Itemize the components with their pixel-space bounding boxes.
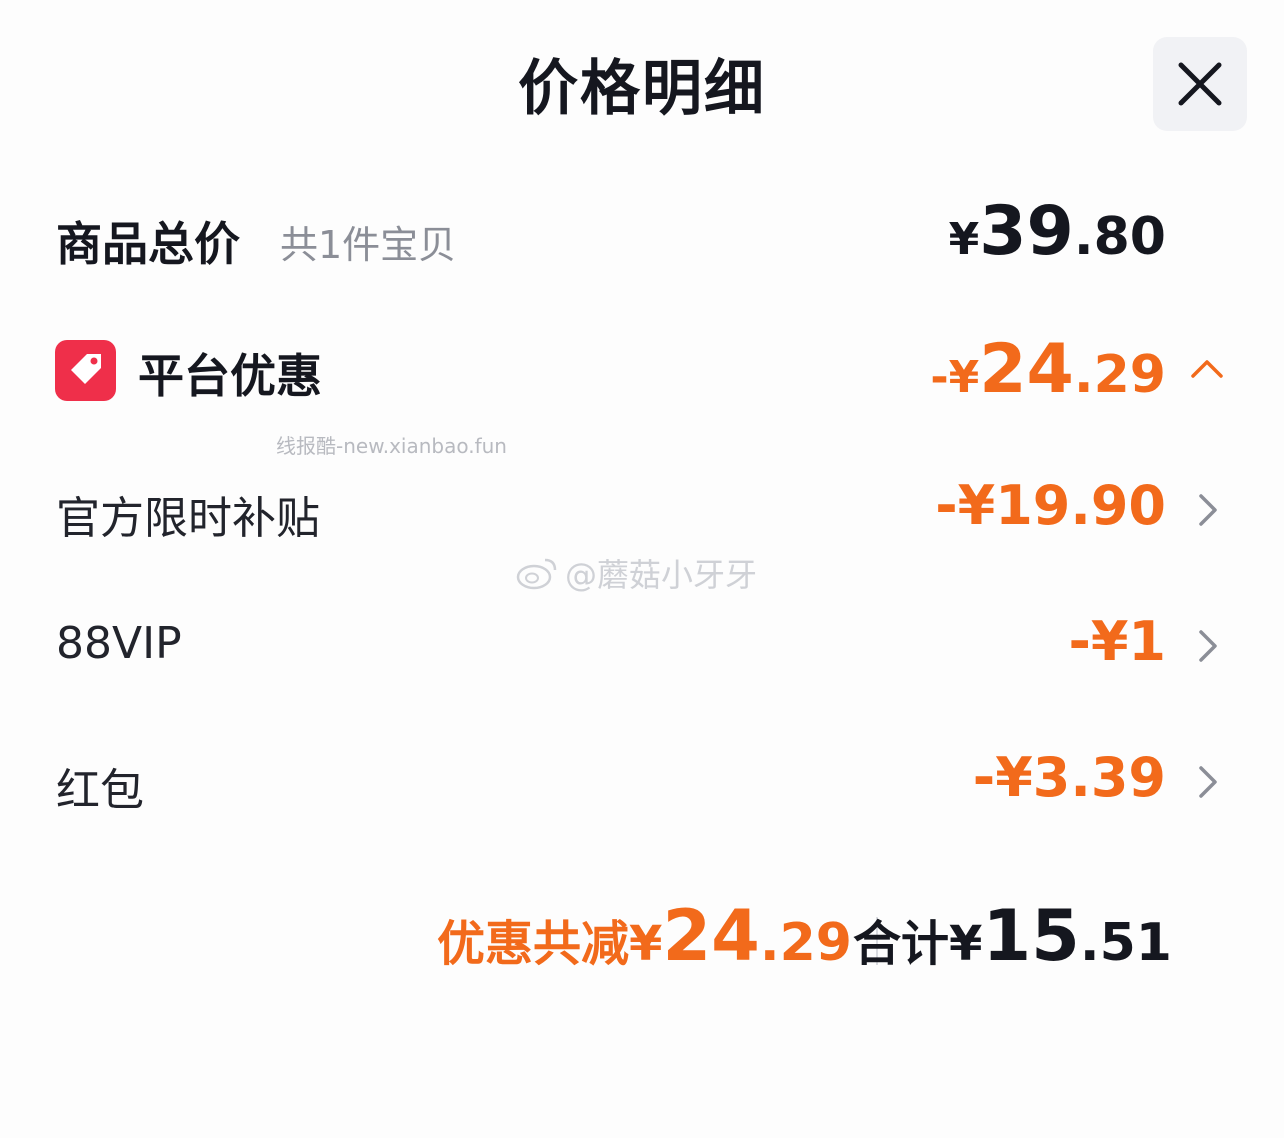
discount-item-amount: -¥19.90: [935, 474, 1166, 537]
chevron-up-icon[interactable]: [1190, 356, 1224, 380]
final-total: 合计¥15.51: [853, 895, 1172, 977]
chevron-right-icon[interactable]: [1192, 626, 1222, 666]
goods-total-price: ¥39.80: [948, 192, 1166, 271]
site-watermark: 线报酷-new.xianbao.fun: [276, 434, 507, 458]
discount-item-row[interactable]: 官方限时补贴 -¥19.90: [0, 474, 1284, 548]
close-icon: [1178, 62, 1222, 106]
discount-item-label: 官方限时补贴: [56, 493, 320, 544]
discount-item-amount: -¥3.39: [972, 746, 1166, 809]
goods-total-label: 商品总价: [56, 217, 240, 271]
tag-icon: [55, 340, 116, 401]
discount-item-label: 88VIP: [56, 618, 182, 669]
platform-discount-label: 平台优惠: [138, 349, 322, 403]
price-summary: 优惠共减¥24.29 合计¥15.51: [0, 895, 1284, 985]
discount-item-amount: -¥1: [1068, 610, 1166, 673]
discount-item-label: 红包: [56, 765, 144, 816]
chevron-right-icon[interactable]: [1192, 490, 1222, 530]
discount-item-row[interactable]: 红包 -¥3.39: [0, 746, 1284, 820]
weibo-icon: [516, 558, 557, 590]
goods-total-row: 商品总价 共1件宝贝 ¥39.80: [0, 192, 1284, 280]
total-discount: 优惠共减¥24.29: [437, 895, 852, 977]
page-title: 价格明细: [518, 54, 766, 124]
chevron-right-icon[interactable]: [1192, 762, 1222, 802]
platform-discount-row[interactable]: 平台优惠 -¥24.29: [0, 330, 1284, 418]
item-count: 共1件宝贝: [280, 223, 457, 267]
price-detail-sheet: 价格明细 商品总价 共1件宝贝 ¥39.80 平台优惠 -¥24.29 线报酷-…: [0, 0, 1284, 1138]
platform-discount-amount: -¥24.29: [930, 330, 1166, 409]
weibo-watermark: @蘑菇小牙牙: [515, 550, 757, 596]
discount-item-row[interactable]: 88VIP -¥1: [0, 610, 1284, 684]
close-button[interactable]: [1153, 37, 1247, 131]
